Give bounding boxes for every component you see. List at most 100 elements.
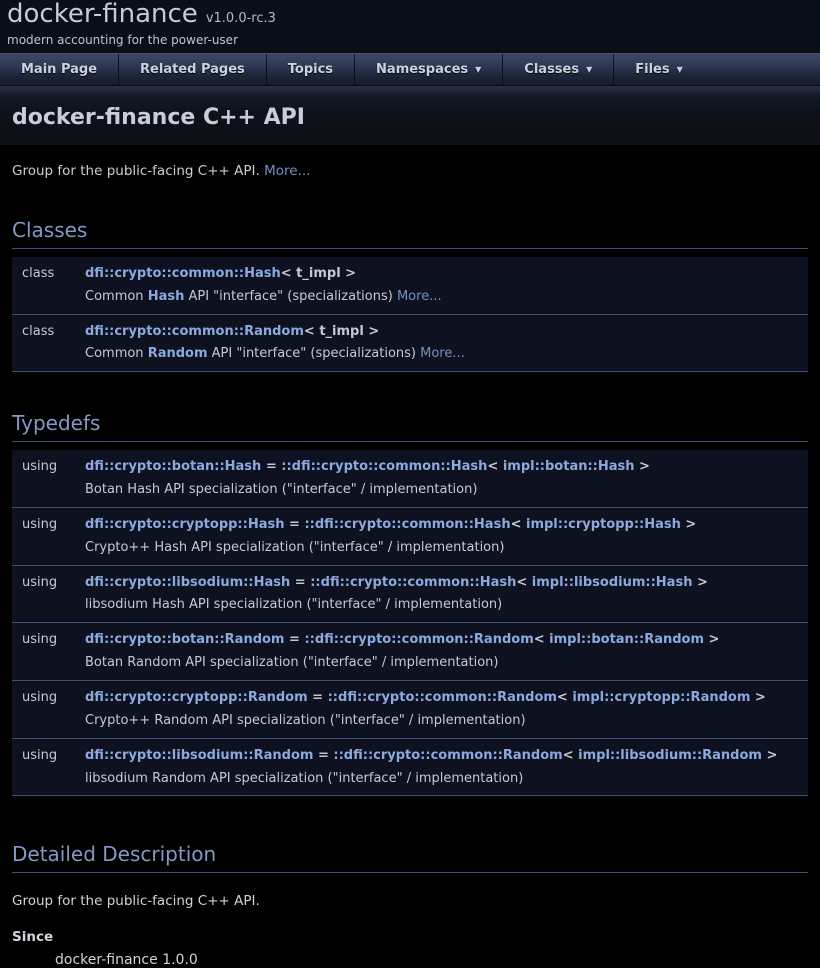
close-angle: > [750,690,765,705]
typedef-impl-link[interactable]: impl::libsodium::Hash [532,575,693,590]
typedef-alias-link[interactable]: dfi::crypto::botan::Hash [85,459,261,474]
member-name: dfi::crypto::botan::Random = ::dfi::cryp… [85,629,808,650]
typedef-impl-link[interactable]: impl::cryptopp::Hash [526,517,681,532]
equals-sign: = [284,517,304,532]
detailed-description-text: Group for the public-facing C++ API. [12,893,808,909]
summary-text: Group for the public-facing C++ API. [12,163,264,179]
member-desc: Common Hash API "interface" (specializat… [85,284,808,307]
close-angle: > [704,632,719,647]
more-link[interactable]: More... [397,289,442,304]
tab-related-pages[interactable]: Related Pages [118,54,266,85]
open-angle: < [487,459,502,474]
project-brief: modern accounting for the power-user [7,33,820,47]
tab-topics[interactable]: Topics [266,54,354,85]
chevron-down-icon: ▼ [586,65,592,74]
close-angle: > [692,575,707,590]
typedef-impl-link[interactable]: impl::cryptopp::Random [572,690,750,705]
tab-label: Classes [524,62,579,77]
typedef-target-link[interactable]: ::dfi::crypto::common::Hash [304,517,510,532]
member-kind: using [12,687,85,731]
tab-label: Topics [288,62,333,77]
equals-sign: = [313,748,333,763]
open-angle: < [511,517,526,532]
tab-label: Main Page [21,62,97,77]
tab-files[interactable]: Files ▼ [613,54,704,85]
typedef-alias-link[interactable]: dfi::crypto::libsodium::Random [85,748,313,763]
member-kind: using [12,572,85,616]
typedef-impl-link[interactable]: impl::libsodium::Random [578,748,762,763]
member-kind: class [12,263,85,307]
member-name: dfi::crypto::cryptopp::Hash = ::dfi::cry… [85,514,808,535]
table-row: using dfi::crypto::botan::Hash = ::dfi::… [12,450,808,508]
equals-sign: = [308,690,328,705]
close-angle: > [762,748,777,763]
tab-classes[interactable]: Classes ▼ [502,54,613,85]
member-kind: using [12,456,85,500]
member-name: dfi::crypto::botan::Hash = ::dfi::crypto… [85,456,808,477]
open-angle: < [516,575,531,590]
template-args: < t_impl > [304,324,379,339]
typedef-target-link[interactable]: ::dfi::crypto::common::Hash [281,459,487,474]
more-link[interactable]: More... [264,163,310,179]
desc-text: API "interface" (specializations) [208,346,421,361]
typedefs-table: using dfi::crypto::botan::Hash = ::dfi::… [12,450,808,796]
chevron-down-icon: ▼ [475,65,481,74]
member-desc: Crypto++ Random API specialization ("int… [85,708,808,731]
typedef-impl-link[interactable]: impl::botan::Random [549,632,704,647]
tab-main-page[interactable]: Main Page [0,54,118,85]
page-title: docker-finance C++ API [12,105,808,130]
main-nav: Main Page Related Pages Topics Namespace… [0,53,820,86]
member-name: dfi::crypto::cryptopp::Random = ::dfi::c… [85,687,808,708]
open-angle: < [563,748,578,763]
typedef-alias-link[interactable]: dfi::crypto::cryptopp::Random [85,690,308,705]
desc-text: Common [85,289,148,304]
equals-sign: = [290,575,310,590]
typedef-impl-link[interactable]: impl::botan::Hash [503,459,635,474]
typedef-target-link[interactable]: ::dfi::crypto::common::Random [304,632,533,647]
member-desc: libsodium Random API specialization ("in… [85,766,808,789]
typedef-target-link[interactable]: ::dfi::crypto::common::Hash [310,575,516,590]
class-link[interactable]: dfi::crypto::common::Hash [85,266,281,281]
typedef-alias-link[interactable]: dfi::crypto::botan::Random [85,632,284,647]
class-link[interactable]: Hash [148,289,185,304]
tab-label: Files [635,62,669,77]
project-version: v1.0.0-rc.3 [206,11,276,26]
member-name: dfi::crypto::libsodium::Random = ::dfi::… [85,745,808,766]
section-heading-classes: Classes [12,218,808,249]
typedef-alias-link[interactable]: dfi::crypto::libsodium::Hash [85,575,290,590]
template-args: < t_impl > [281,266,356,281]
project-name: docker-finance [7,0,198,30]
chevron-down-icon: ▼ [677,65,683,74]
tab-label: Related Pages [140,62,245,77]
section-heading-typedefs: Typedefs [12,411,808,442]
typedef-alias-link[interactable]: dfi::crypto::cryptopp::Hash [85,517,284,532]
desc-text: API "interface" (specializations) [184,289,397,304]
table-row: using dfi::crypto::cryptopp::Hash = ::df… [12,508,808,566]
close-angle: > [635,459,650,474]
since-value: docker-finance 1.0.0 [55,952,808,968]
tab-namespaces[interactable]: Namespaces ▼ [354,54,502,85]
class-link[interactable]: Random [148,346,208,361]
page-header: docker-finance C++ API [0,86,820,145]
table-row: using dfi::crypto::libsodium::Random = :… [12,739,808,797]
member-desc: Common Random API "interface" (specializ… [85,341,808,364]
member-kind: using [12,514,85,558]
member-desc: Botan Random API specialization ("interf… [85,650,808,673]
typedef-target-link[interactable]: ::dfi::crypto::common::Random [333,748,562,763]
more-link[interactable]: More... [420,346,465,361]
member-name: dfi::crypto::common::Random< t_impl > [85,321,808,342]
classes-table: class dfi::crypto::common::Hash< t_impl … [12,257,808,372]
member-kind: class [12,321,85,365]
table-row: using dfi::crypto::cryptopp::Random = ::… [12,681,808,739]
class-link[interactable]: dfi::crypto::common::Random [85,324,304,339]
equals-sign: = [284,632,304,647]
group-summary: Group for the public-facing C++ API. Mor… [12,163,808,179]
tab-label: Namespaces [376,62,468,77]
since-label: Since [12,929,808,945]
member-desc: libsodium Hash API specialization ("inte… [85,592,808,615]
table-row: class dfi::crypto::common::Random< t_imp… [12,315,808,373]
section-heading-detailed-description: Detailed Description [12,842,808,873]
member-name: dfi::crypto::libsodium::Hash = ::dfi::cr… [85,572,808,593]
typedef-target-link[interactable]: ::dfi::crypto::common::Random [328,690,557,705]
equals-sign: = [261,459,281,474]
